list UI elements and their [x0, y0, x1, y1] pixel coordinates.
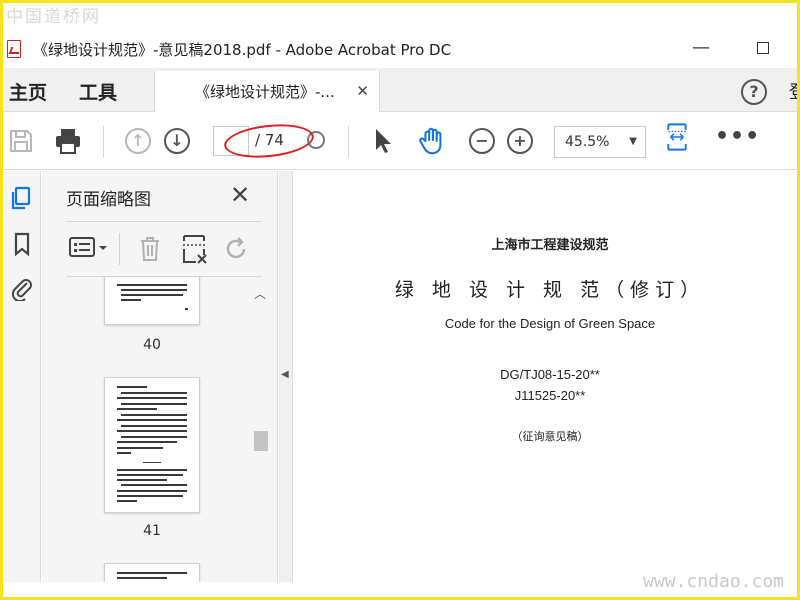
collapse-arrow-icon[interactable]: ◀ [281, 369, 289, 380]
thumbnail-page-41[interactable] [104, 377, 200, 513]
maximize-button[interactable] [757, 42, 769, 54]
thumbnail-page-40[interactable] [104, 277, 200, 325]
toolbar-separator [348, 126, 349, 158]
document-title: 绿 地 设 计 规 范（修订） [394, 279, 706, 301]
watermark-bottom: www.cndao.com [643, 571, 784, 592]
extract-page-icon[interactable] [180, 233, 208, 265]
hand-tool-icon[interactable] [416, 126, 448, 156]
chevron-down-icon: ▼ [629, 136, 637, 147]
document-tab-label: 《绿地设计规范》-... [195, 83, 335, 101]
print-icon[interactable] [53, 126, 83, 156]
menu-tools[interactable]: 工具 [79, 78, 117, 105]
document-view[interactable]: 上海市工程建设规范 绿 地 设 计 规 范（修订） Code for the D… [294, 171, 797, 582]
thumbnail-page-number: 41 [143, 523, 161, 539]
pdf-file-icon [7, 40, 21, 58]
left-navigation-rail [3, 171, 41, 582]
scroll-up-arrow-icon[interactable]: ︿ [254, 285, 266, 302]
save-icon[interactable] [7, 126, 35, 156]
toolbar-separator [103, 126, 104, 158]
document-english-title: Code for the Design of Green Space [444, 316, 656, 331]
rotate-icon[interactable] [222, 235, 252, 263]
thumbnail-list: 40 41 [42, 277, 250, 582]
more-icon[interactable]: ••• [715, 124, 760, 149]
window-controls: — [691, 38, 769, 58]
thumbnail-page-number: 40 [143, 337, 161, 353]
select-cursor-icon[interactable] [371, 126, 393, 156]
thumbnail-panel: 页面缩略图 ✕ 40 41 ︿ [42, 171, 278, 582]
page-up-icon[interactable]: ↑ [125, 128, 151, 154]
zoom-out-icon[interactable]: − [469, 128, 495, 154]
panel-title: 页面缩略图 [66, 190, 151, 210]
watermark-top: 中国道桥网 [6, 7, 101, 27]
document-code-1: DG/TJ08-15-20** [500, 367, 600, 382]
document-tab[interactable]: 《绿地设计规范》-... ✕ [154, 71, 380, 112]
panel-close-icon[interactable]: ✕ [230, 181, 250, 209]
page-down-icon[interactable]: ↓ [164, 128, 190, 154]
attachment-icon[interactable] [9, 275, 35, 301]
zoom-value: 45.5% [565, 134, 610, 150]
zoom-select[interactable]: 45.5% ▼ [554, 126, 646, 158]
fit-page-icon[interactable] [663, 122, 691, 152]
window-title: 《绿地设计规范》-意见稿2018.pdf - Adobe Acrobat Pro… [33, 40, 452, 59]
panel-toolbar-separator [119, 233, 120, 265]
bookmark-icon[interactable] [9, 231, 35, 257]
minimize-button[interactable]: — [691, 38, 711, 58]
panel-collapse-strip[interactable]: ◀ [279, 171, 293, 582]
tab-bar: 主页 工具 《绿地设计规范》-... ✕ ? 登 [3, 68, 800, 112]
document-draft-label: （征询意见稿） [511, 430, 589, 443]
delete-icon[interactable] [138, 235, 162, 263]
scroll-thumb[interactable] [254, 431, 268, 451]
help-icon[interactable]: ? [741, 79, 767, 105]
panel-divider [66, 221, 262, 222]
menu-home[interactable]: 主页 [9, 78, 47, 105]
thumbnail-page-42[interactable] [104, 563, 200, 582]
panel-toolbar [66, 227, 262, 273]
page-thumbnails-icon[interactable] [9, 185, 35, 211]
document-code-2: J11525-20** [514, 388, 586, 403]
title-bar: 《绿地设计规范》-意见稿2018.pdf - Adobe Acrobat Pro… [3, 30, 797, 68]
document-org: 上海市工程建设规范 [491, 238, 609, 253]
toolbar: ↑ ↓ / 74 − + 45.5% ▼ ••• [3, 112, 797, 170]
thumbnail-options-icon[interactable] [68, 235, 108, 261]
tab-close-icon[interactable]: ✕ [356, 82, 369, 100]
sign-in-partial[interactable]: 登 [789, 78, 800, 104]
thumbnail-scrollbar[interactable]: ︿ [250, 279, 270, 579]
zoom-in-icon[interactable]: + [507, 128, 533, 154]
